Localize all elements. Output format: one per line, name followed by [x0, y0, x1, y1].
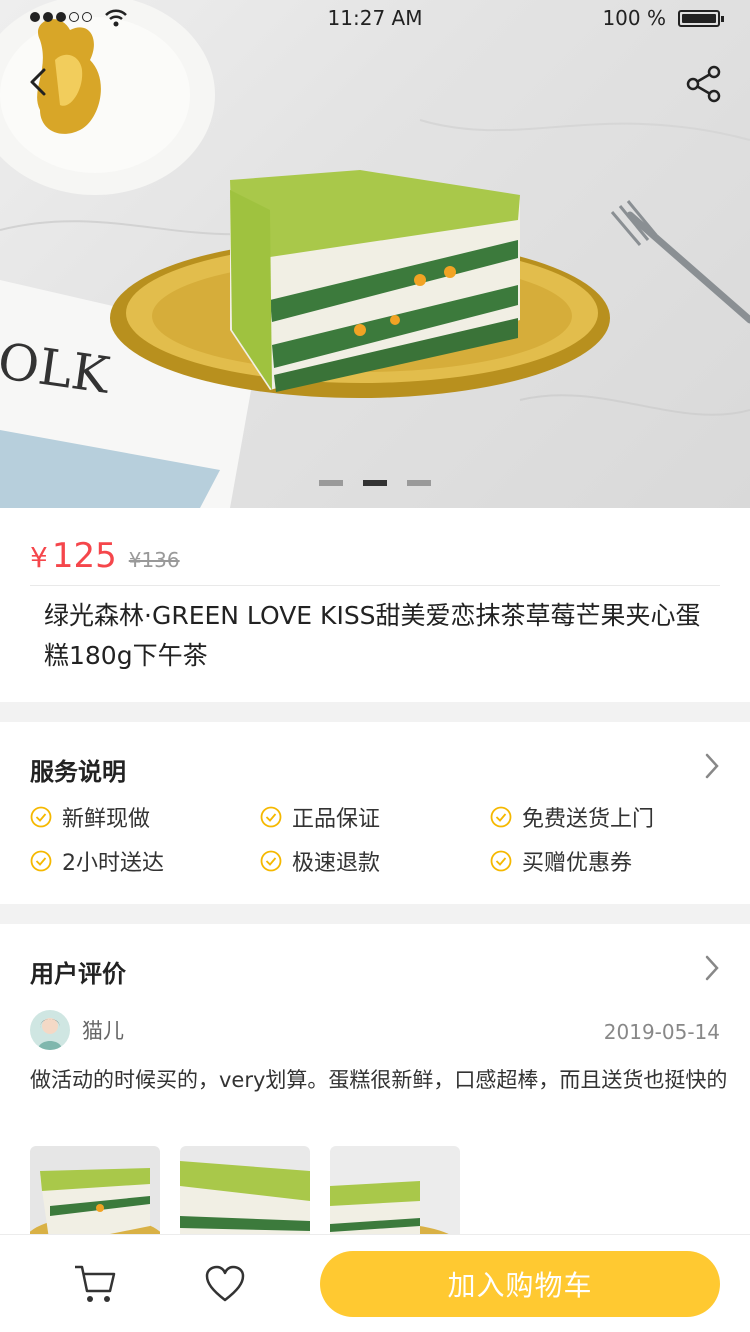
service-section[interactable]: 服务说明 新鲜现做 正品保证 免费送货上门 2小时送达 极速退款 买赠优惠券	[0, 722, 750, 904]
review-photo[interactable]	[30, 1146, 160, 1234]
carousel-indicator	[0, 480, 750, 486]
bottom-action-bar: 加入购物车	[0, 1234, 750, 1332]
service-item: 买赠优惠券	[490, 848, 720, 876]
chevron-right-icon[interactable]	[702, 954, 722, 982]
product-image-carousel[interactable]: OLK 11:27 AM 100 %	[0, 0, 750, 508]
share-icon[interactable]	[684, 64, 724, 104]
battery-percent: 100 %	[602, 6, 666, 30]
back-icon[interactable]	[22, 62, 62, 102]
service-item: 极速退款	[260, 848, 490, 876]
reviewer-name: 猫儿	[82, 1019, 124, 1043]
service-item: 新鲜现做	[30, 804, 260, 832]
check-circle-icon	[490, 850, 512, 872]
review-text: 做活动的时候买的，very划算。蛋糕很新鲜，口感超棒，而且送货也挺快的	[30, 1068, 728, 1092]
carousel-dot[interactable]	[407, 480, 431, 486]
original-price: ¥136	[128, 548, 180, 572]
cart-icon[interactable]	[72, 1263, 118, 1305]
chevron-right-icon[interactable]	[702, 752, 722, 780]
review-date: 2019-05-14	[603, 1020, 720, 1044]
divider	[30, 585, 720, 586]
service-list: 新鲜现做 正品保证 免费送货上门 2小时送达 极速退款 买赠优惠券	[30, 804, 730, 876]
current-price: ¥125	[30, 536, 117, 576]
product-title: 绿光森林·GREEN LOVE KISS甜美爱恋抹茶草莓芒果夹心蛋糕180g下午…	[44, 601, 701, 670]
review-section[interactable]: 用户评价 猫儿 2019-05-14 做活动的时候买的，very划算。蛋糕很新鲜…	[0, 924, 750, 1234]
review-photo[interactable]	[330, 1146, 460, 1234]
service-item: 免费送货上门	[490, 804, 720, 832]
check-circle-icon	[260, 806, 282, 828]
heart-icon[interactable]	[204, 1265, 246, 1303]
review-photo[interactable]	[180, 1146, 310, 1234]
cake-photo: OLK	[0, 0, 750, 508]
status-bar: 11:27 AM 100 %	[0, 0, 750, 36]
add-to-cart-button[interactable]: 加入购物车	[320, 1251, 720, 1317]
price-row: ¥125 ¥136	[30, 536, 180, 576]
carousel-dot-active[interactable]	[363, 480, 387, 486]
check-circle-icon	[30, 806, 52, 828]
check-circle-icon	[30, 850, 52, 872]
check-circle-icon	[260, 850, 282, 872]
battery-icon	[678, 10, 724, 27]
service-item: 正品保证	[260, 804, 490, 832]
section-title: 用户评价	[30, 960, 126, 988]
check-circle-icon	[490, 806, 512, 828]
review-photos	[30, 1146, 460, 1234]
carousel-dot[interactable]	[319, 480, 343, 486]
reviewer: 猫儿	[30, 1010, 124, 1050]
product-info: ¥125 ¥136 绿光森林·GREEN LOVE KISS甜美爱恋抹茶草莓芒果…	[0, 508, 750, 702]
avatar[interactable]	[30, 1010, 70, 1050]
section-title: 服务说明	[30, 758, 126, 786]
service-item: 2小时送达	[30, 848, 260, 876]
